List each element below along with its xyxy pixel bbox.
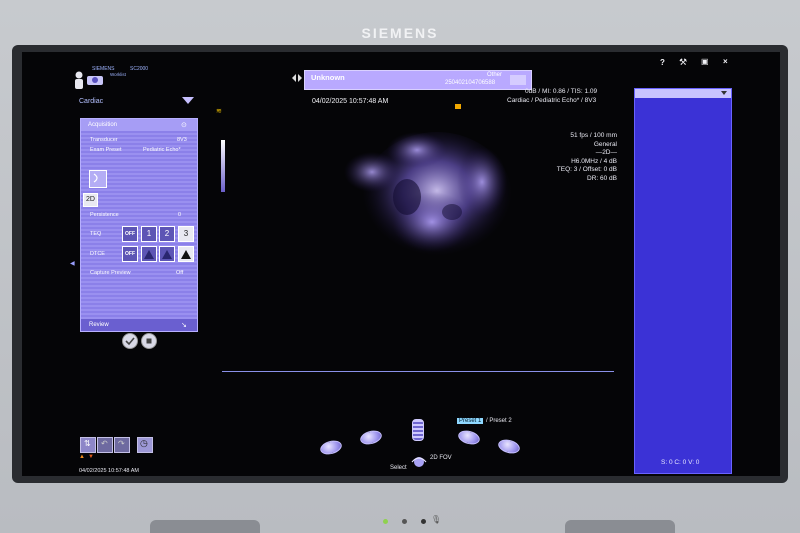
softkey-1[interactable] [318, 438, 344, 457]
transfer-icon: ⇅ [84, 439, 91, 448]
teq-3-button[interactable]: 3 [178, 226, 194, 242]
dtce-low-button[interactable] [141, 246, 157, 262]
patient-banner-swatch [510, 75, 526, 85]
dtce-mid-icon [162, 250, 172, 259]
monitor-brand: SIEMENS [361, 25, 439, 41]
user-icon[interactable] [72, 70, 106, 90]
preset-1-label[interactable]: Preset 1 [457, 418, 484, 424]
probe-curve-icon [93, 173, 98, 183]
stop-button[interactable] [141, 333, 157, 349]
dtce-low-icon [144, 250, 154, 259]
fov-label: 2D FOV [430, 455, 452, 461]
left-arrow-icon[interactable]: ◀ [70, 260, 75, 267]
patient-banner[interactable]: Unknown Other 250402104706588 [304, 70, 532, 90]
warning-icon: ▲ [79, 454, 85, 460]
patient-name: Unknown [311, 73, 345, 82]
persistence-value[interactable]: 0 [178, 212, 181, 218]
patient-id: 250402104706588 [445, 80, 496, 86]
tool-transfer-button[interactable]: ⇅ [80, 437, 96, 453]
transducer-value[interactable]: 8V3 [177, 137, 187, 143]
exam-preset-value[interactable]: Pediatric Echo* [143, 147, 181, 153]
chevron-down-icon[interactable] [182, 97, 194, 105]
camera-icon [421, 519, 426, 524]
check-icon [125, 337, 135, 346]
footer-datetime: 04/02/2025 10:57:48 AM [79, 468, 139, 474]
confirm-button[interactable] [122, 333, 138, 349]
close-icon[interactable]: × [723, 57, 728, 66]
briefcase-icon[interactable]: ▣ [701, 57, 709, 66]
softkey-3[interactable] [456, 428, 482, 447]
dtce-off-button[interactable]: OFF [122, 246, 138, 262]
patient-category: Other [487, 72, 503, 78]
review-icon[interactable]: ↘ [181, 321, 187, 329]
trackball-icon[interactable] [410, 454, 428, 468]
undo-icon: ↶ [101, 439, 108, 448]
teq-2-button[interactable]: 2 [159, 226, 175, 242]
sensor-icon [402, 519, 407, 524]
collapse-icon[interactable]: ⊙ [181, 121, 187, 129]
acquisition-panel: Acquisition ⊙ Transducer 8V3 Exam Preset… [80, 118, 198, 332]
persistence-label: Persistence [90, 212, 119, 218]
acquisition-title: Acquisition [88, 122, 118, 128]
gain-slider[interactable] [412, 419, 424, 441]
mode-2d-button[interactable]: 2D [83, 193, 98, 207]
model-label: SC2000 [130, 66, 149, 72]
timeline-baseline [222, 371, 614, 372]
teq-label: TEQ [90, 231, 102, 237]
worklist-label[interactable]: Worklist [110, 72, 126, 77]
stand-left [150, 520, 260, 533]
tool-redo-button[interactable]: ↷ [114, 437, 130, 453]
select-label: Select [390, 465, 407, 471]
clip-status: S: 0 C: 0 V: 0 [661, 459, 700, 466]
monitor: SIEMENS SIEMENS SC2000 Worklist Cardiac … [0, 0, 800, 533]
microphone-icon: 🎙 [431, 515, 442, 524]
preset-info: Cardiac / Pediatric Echo* / 8V3 [507, 97, 597, 104]
teq-off-button[interactable]: OFF [122, 226, 138, 242]
teq-1-button[interactable]: 1 [141, 226, 157, 242]
orientation-marker [455, 104, 461, 109]
softkey-2[interactable] [358, 428, 384, 447]
dtce-high-icon [181, 250, 191, 259]
ultrasound-image [344, 132, 512, 262]
stand-right [565, 520, 675, 533]
swap-arrows-icon[interactable] [292, 74, 302, 82]
power-led-icon [383, 519, 388, 524]
clock-icon: ◷ [140, 438, 148, 448]
tool-clock-button[interactable]: ◷ [137, 437, 153, 453]
softkey-4[interactable] [496, 437, 522, 456]
exam-datetime: 04/02/2025 10:57:48 AM [312, 98, 389, 105]
clipboard-panel[interactable]: S: 0 C: 0 V: 0 [634, 88, 732, 474]
dtce-high-button[interactable] [178, 246, 194, 262]
exam-type-label[interactable]: Cardiac [79, 98, 103, 105]
capture-preview-label: Capture Preview [90, 270, 131, 276]
alert-icon: ▼ [88, 454, 94, 460]
stop-icon [146, 338, 152, 344]
preset-2-label[interactable]: / Preset 2 [486, 418, 512, 424]
marker-glyph-icon: ≋ [216, 108, 222, 115]
dtce-label: DTCE [90, 251, 105, 257]
power-info: 0dB / MI: 0.86 / TIS: 1.09 [525, 88, 598, 95]
capture-preview-value[interactable]: Off [176, 270, 183, 276]
wrench-icon[interactable]: ⚒ [679, 57, 687, 68]
review-label: Review [89, 322, 109, 328]
transducer-label: Transducer [90, 137, 118, 143]
grayscale-bar [221, 140, 225, 192]
tool-undo-button[interactable]: ↶ [97, 437, 113, 453]
help-icon[interactable]: ? [660, 58, 665, 67]
ultrasound-screen: SIEMENS SC2000 Worklist Cardiac Unknown … [22, 52, 780, 476]
dtce-mid-button[interactable] [159, 246, 175, 262]
redo-icon: ↷ [118, 439, 125, 448]
acquisition-header[interactable]: Acquisition ⊙ [81, 119, 197, 131]
dropdown-chevron-icon[interactable] [721, 91, 727, 96]
exam-preset-label: Exam Preset [90, 147, 122, 153]
review-bar[interactable]: Review ↘ [81, 319, 197, 331]
clipboard-dropdown[interactable] [635, 89, 731, 98]
